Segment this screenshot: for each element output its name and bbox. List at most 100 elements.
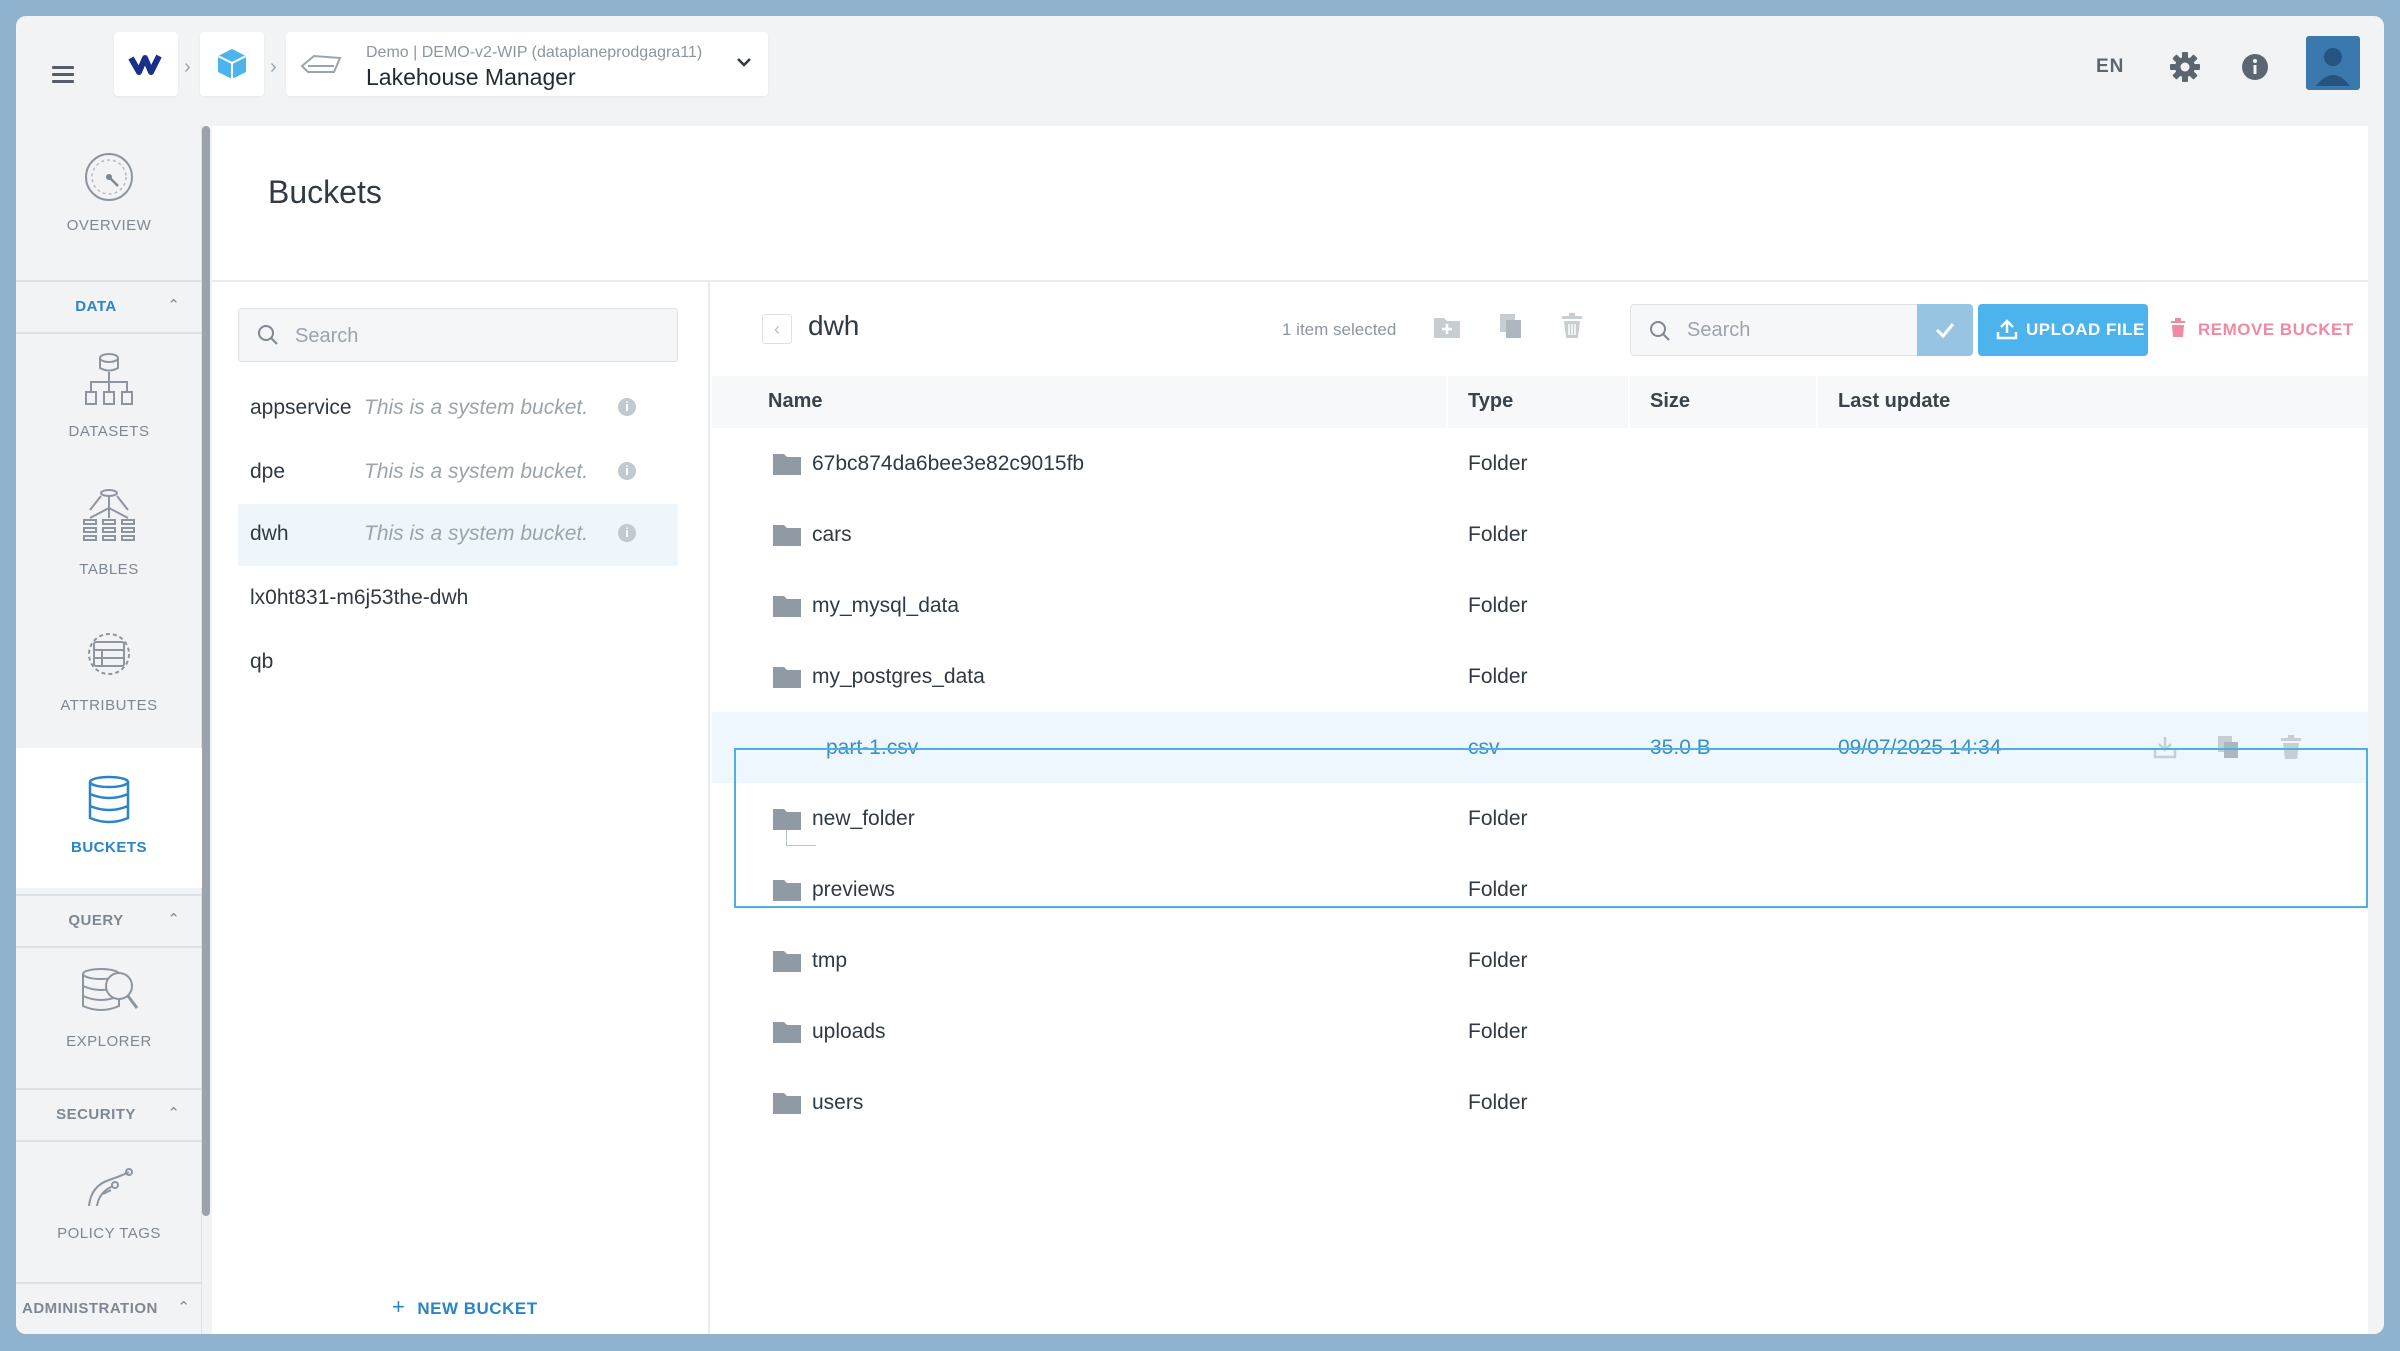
- nav-section-administration[interactable]: ADMINISTRATION ⌃: [16, 1282, 202, 1334]
- file-type: Folder: [1468, 665, 1528, 688]
- nav-tables[interactable]: TABLES: [16, 482, 202, 610]
- bucket-item-dpe[interactable]: dpe This is a system bucket. i: [238, 442, 678, 504]
- table-row[interactable]: cars Folder: [712, 499, 2368, 570]
- table-row[interactable]: 67bc874da6bee3e82c9015fb Folder: [712, 428, 2368, 499]
- new-bucket-button[interactable]: + NEW BUCKET: [392, 1294, 538, 1320]
- gear-icon[interactable]: [2168, 50, 2202, 84]
- folder-icon: [773, 880, 801, 901]
- nav-buckets-label: BUCKETS: [70, 839, 147, 856]
- info-icon[interactable]: [2240, 52, 2270, 82]
- nav-datasets[interactable]: DATASETS: [16, 344, 202, 472]
- nav-section-data-label: DATA: [75, 298, 117, 315]
- file-name: previews: [812, 878, 895, 901]
- brand-logo[interactable]: [114, 32, 178, 96]
- info-icon[interactable]: i: [618, 524, 636, 542]
- user-icon: [2316, 48, 2350, 86]
- user-avatar[interactable]: [2306, 36, 2360, 90]
- remove-bucket-button[interactable]: REMOVE BUCKET: [2170, 318, 2354, 340]
- nav-section-query[interactable]: QUERY ⌃: [16, 894, 202, 948]
- nav-policy-tags-label: POLICY TAGS: [57, 1225, 161, 1242]
- column-divider: [1628, 376, 1630, 428]
- left-navigation: OVERVIEW DATA ⌃ DATASETS TABLES ATTRIBUT…: [16, 126, 210, 1334]
- back-button[interactable]: ‹: [762, 314, 792, 344]
- nav-policy-tags[interactable]: POLICY TAGS: [16, 1156, 202, 1280]
- bucket-search-input[interactable]: Search: [238, 308, 678, 362]
- file-type: Folder: [1468, 807, 1528, 830]
- trash-icon[interactable]: [1560, 312, 1584, 340]
- chevron-up-icon: ⌃: [167, 297, 180, 314]
- chevron-up-icon: ⌃: [167, 911, 180, 928]
- column-header-type[interactable]: Type: [1468, 390, 1513, 413]
- table-row[interactable]: uploads Folder: [712, 996, 2368, 1067]
- table-row[interactable]: my_mysql_data Folder: [712, 570, 2368, 641]
- folder-icon: [773, 525, 801, 546]
- column-header-size[interactable]: Size: [1650, 390, 1690, 413]
- trash-icon[interactable]: [2280, 734, 2302, 760]
- chevron-up-icon: ⌃: [167, 1105, 180, 1122]
- search-confirm-button[interactable]: [1917, 304, 1973, 356]
- language-selector[interactable]: EN: [2096, 56, 2124, 78]
- nav-datasets-label: DATASETS: [68, 423, 150, 440]
- bucket-item-qb[interactable]: qb: [238, 632, 678, 694]
- bucket-item-dwh[interactable]: dwh This is a system bucket. i: [238, 504, 678, 566]
- upload-file-label: UPLOAD FILE: [2026, 320, 2145, 339]
- bucket-item-appservice[interactable]: appservice This is a system bucket. i: [238, 378, 678, 440]
- nav-section-security[interactable]: SECURITY ⌃: [16, 1088, 202, 1142]
- nav-section-data[interactable]: DATA ⌃: [16, 280, 202, 334]
- table-row[interactable]: new_folder Folder: [712, 783, 2368, 854]
- new-folder-icon[interactable]: [1432, 312, 1462, 340]
- file-name: 67bc874da6bee3e82c9015fb: [812, 452, 1085, 475]
- trash-icon: [2171, 318, 2185, 337]
- upload-icon: [1996, 319, 2018, 340]
- column-header-name[interactable]: Name: [768, 390, 822, 413]
- nav-buckets[interactable]: BUCKETS: [16, 748, 210, 888]
- copy-icon[interactable]: [2216, 734, 2240, 760]
- bucket-name: qb: [250, 650, 274, 673]
- file-type: Folder: [1468, 878, 1528, 901]
- file-search-input[interactable]: Search: [1630, 304, 1918, 356]
- nav-explorer[interactable]: EXPLORER: [16, 952, 202, 1082]
- nav-section-query-label: QUERY: [68, 912, 124, 929]
- file-name: my_postgres_data: [812, 665, 985, 688]
- column-header-last-update[interactable]: Last update: [1838, 390, 1950, 413]
- bucket-item-lx0ht831[interactable]: lx0ht831-m6j53the-dwh: [238, 568, 678, 630]
- file-name: new_folder: [812, 807, 915, 830]
- column-divider: [1816, 376, 1818, 428]
- bucket-description: This is a system bucket.: [364, 522, 589, 545]
- folder-icon: [773, 809, 801, 830]
- table-row[interactable]: tmp Folder: [712, 925, 2368, 996]
- file-name: uploads: [812, 1020, 886, 1043]
- cube-icon: [217, 49, 247, 79]
- table-row[interactable]: my_postgres_data Folder: [712, 641, 2368, 712]
- nav-overview[interactable]: OVERVIEW: [16, 140, 202, 278]
- logo-icon: [128, 54, 162, 75]
- copy-icon[interactable]: [1498, 312, 1524, 340]
- app-subtitle: Demo | DEMO-v2-WIP (dataplaneprodgagra11…: [366, 44, 703, 61]
- file-type: Folder: [1468, 594, 1528, 617]
- file-type: Folder: [1468, 1091, 1528, 1114]
- explorer-icon: [82, 968, 139, 1011]
- current-bucket-breadcrumb: dwh: [808, 310, 860, 341]
- file-type: Folder: [1468, 1020, 1528, 1043]
- plus-icon: +: [392, 1294, 406, 1319]
- file-panel: ‹ dwh 1 item selected Search UPLOAD FILE…: [712, 282, 2368, 1334]
- upload-file-button[interactable]: UPLOAD FILE: [1978, 304, 2148, 356]
- download-icon[interactable]: [2152, 734, 2178, 760]
- bucket-panel: Search appservice This is a system bucke…: [212, 282, 710, 1334]
- table-row[interactable]: users Folder: [712, 1067, 2368, 1138]
- app-switcher[interactable]: Demo | DEMO-v2-WIP (dataplaneprodgagra11…: [286, 32, 768, 96]
- gauge-icon: [85, 153, 133, 201]
- nav-scrollbar[interactable]: [202, 126, 210, 1216]
- info-icon[interactable]: i: [618, 398, 636, 416]
- new-bucket-label: NEW BUCKET: [417, 1299, 538, 1318]
- menu-icon[interactable]: [52, 66, 74, 83]
- table-row[interactable]: previews Folder: [712, 854, 2368, 925]
- info-icon[interactable]: i: [618, 462, 636, 480]
- tables-icon: [83, 489, 135, 541]
- folder-open-icon: [773, 667, 801, 688]
- attributes-icon: [88, 633, 130, 675]
- table-row-selected[interactable]: part-1.csv csv 35.0 B 09/07/2025 14:34: [712, 712, 2368, 783]
- cube-home-button[interactable]: [200, 32, 264, 96]
- file-table-header: Name Type Size Last update: [712, 376, 2368, 428]
- nav-attributes[interactable]: ATTRIBUTES: [16, 620, 202, 748]
